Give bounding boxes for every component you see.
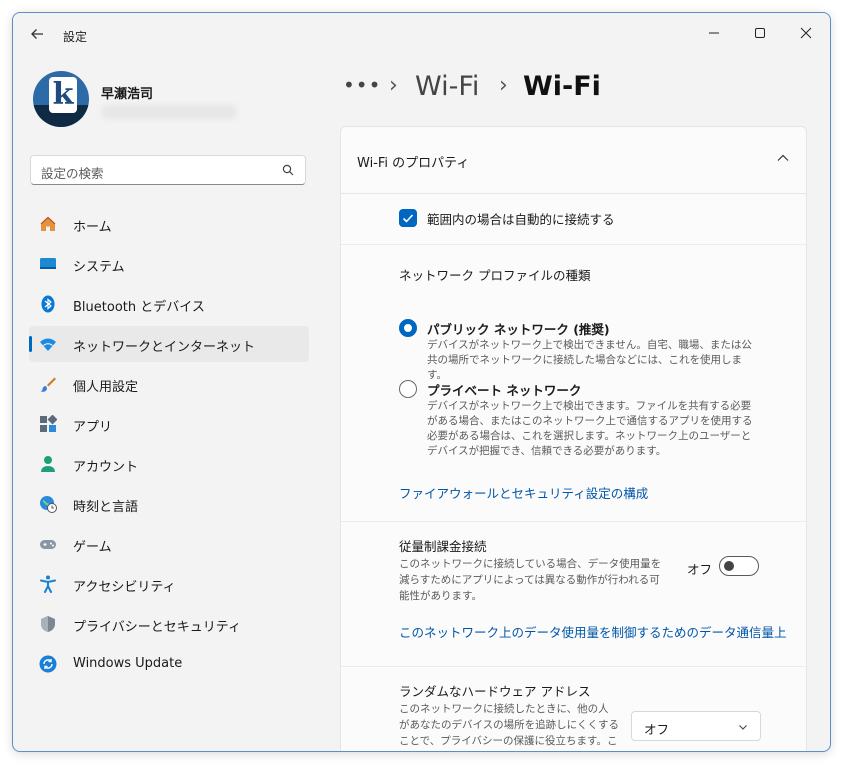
sidebar-item-label: プライバシーとセキュリティ	[73, 620, 241, 635]
toggle-knob	[724, 561, 734, 571]
active-indicator	[29, 336, 32, 352]
metered-title: 従量制課金接続	[399, 539, 487, 554]
chevron-up-icon[interactable]	[776, 151, 790, 165]
search-placeholder: 設定の検索	[41, 166, 104, 181]
wifi-properties-card: Wi-Fi のプロパティ 範囲内の場合は自動的に接続する ネットワーク プロファ…	[340, 126, 807, 751]
auto-connect-label: 範囲内の場合は自動的に接続する	[427, 212, 615, 227]
settings-window: 設定 k 早瀬浩司 設定の検索 ホーム システム Bluetooth とデバイス…	[12, 12, 831, 752]
breadcrumb-overflow-button[interactable]: •••	[343, 73, 381, 97]
sidebar-item-label: 個人用設定	[73, 380, 139, 395]
sidebar-item-privacy[interactable]: プライバシーとセキュリティ	[29, 606, 309, 642]
brush-icon	[40, 377, 56, 392]
back-button[interactable]	[27, 26, 47, 46]
close-icon	[800, 27, 812, 39]
public-network-label: パブリック ネットワーク (推奨)	[427, 322, 610, 337]
sidebar-item-label: アカウント	[73, 460, 139, 475]
metered-toggle[interactable]	[719, 556, 759, 576]
minimize-icon	[709, 32, 719, 34]
metered-connection-section: 従量制課金接続 このネットワークに接続している場合、データ使用量を減らすためにア…	[341, 522, 806, 667]
sidebar-item-personalization[interactable]: 個人用設定	[29, 366, 309, 402]
user-email-redacted	[101, 105, 237, 119]
home-icon	[40, 216, 56, 231]
sidebar-item-accessibility[interactable]: アクセシビリティ	[29, 566, 309, 602]
search-icon	[282, 164, 294, 176]
account-icon	[41, 456, 55, 472]
minimize-button[interactable]	[699, 21, 729, 49]
chevron-down-icon	[739, 725, 747, 730]
auto-connect-checkbox[interactable]	[399, 209, 417, 227]
sidebar-item-network[interactable]: ネットワークとインターネット	[29, 326, 309, 362]
avatar: k	[33, 71, 89, 127]
private-network-desc: デバイスがネットワーク上で検出できます。ファイルを共有する必要がある場合、または…	[427, 400, 753, 457]
sidebar-item-label: ホーム	[73, 220, 112, 235]
arrow-left-icon	[31, 29, 43, 39]
sidebar-item-gaming[interactable]: ゲーム	[29, 526, 309, 562]
bluetooth-icon	[41, 295, 55, 313]
maximize-icon	[755, 28, 765, 38]
card-title: Wi-Fi のプロパティ	[357, 156, 470, 171]
sidebar-item-label: ゲーム	[73, 540, 112, 555]
page-title: Wi-Fi	[523, 71, 601, 102]
checkmark-icon	[402, 214, 414, 223]
gamepad-icon	[40, 540, 56, 549]
sidebar-item-home[interactable]: ホーム	[29, 206, 309, 242]
section-title: ネットワーク プロファイルの種類	[399, 268, 591, 283]
metered-toggle-state: オフ	[687, 562, 713, 577]
sidebar-item-label: Bluetooth とデバイス	[73, 300, 205, 315]
shield-icon	[41, 616, 55, 632]
accessibility-icon	[40, 575, 56, 593]
apps-icon	[40, 415, 57, 432]
sidebar-item-time-language[interactable]: 時刻と言語	[29, 486, 309, 522]
system-icon	[40, 258, 56, 269]
random-mac-desc: このネットワークに接続したときに、他の人があなたのデバイスの場所を追跡しにくくす…	[399, 703, 619, 747]
metered-desc: このネットワークに接続している場合、データ使用量を減らすためにアプリによっては異…	[399, 558, 662, 602]
sidebar-item-system[interactable]: システム	[29, 246, 309, 282]
avatar-logo: k	[49, 77, 77, 113]
globe-clock-icon	[40, 496, 57, 513]
dropdown-value: オフ	[644, 722, 670, 737]
auto-connect-row: 範囲内の場合は自動的に接続する	[341, 194, 806, 245]
breadcrumb-parent-link[interactable]: Wi-Fi	[415, 71, 479, 102]
sidebar-item-label: ネットワークとインターネット	[73, 340, 256, 355]
random-mac-title: ランダムなハードウェア アドレス	[399, 684, 591, 699]
sidebar-item-label: 時刻と言語	[73, 500, 139, 515]
card-header[interactable]: Wi-Fi のプロパティ	[341, 127, 806, 194]
chevron-right-icon: ›	[389, 73, 398, 98]
sidebar-item-label: Windows Update	[73, 656, 183, 671]
maximize-button[interactable]	[745, 21, 775, 49]
sidebar-item-label: アクセシビリティ	[73, 580, 176, 595]
sidebar-item-bluetooth[interactable]: Bluetooth とデバイス	[29, 286, 309, 322]
update-icon	[39, 655, 57, 673]
public-network-radio[interactable]	[399, 319, 417, 337]
user-name: 早瀬浩司	[101, 87, 154, 102]
sidebar-item-windows-update[interactable]: Windows Update	[29, 646, 309, 682]
private-network-radio[interactable]	[399, 380, 417, 398]
title-bar: 設定	[13, 13, 830, 57]
random-hardware-address-section: ランダムなハードウェア アドレス このネットワークに接続したときに、他の人があな…	[341, 667, 806, 751]
sidebar-item-accounts[interactable]: アカウント	[29, 446, 309, 482]
app-title: 設定	[63, 30, 88, 44]
private-network-label: プライベート ネットワーク	[427, 383, 582, 398]
close-button[interactable]	[791, 21, 821, 49]
firewall-settings-link[interactable]: ファイアウォールとセキュリティ設定の構成	[399, 483, 648, 502]
public-network-desc: デバイスがネットワーク上で検出できません。自宅、職場、または公共の場所でネットワ…	[427, 339, 752, 381]
wifi-icon	[40, 338, 56, 351]
network-profile-section: ネットワーク プロファイルの種類 パブリック ネットワーク (推奨) デバイスが…	[341, 245, 806, 522]
data-limit-link[interactable]: このネットワーク上のデータ使用量を制御するためのデータ通信量上	[399, 622, 787, 641]
sidebar-item-label: アプリ	[73, 420, 113, 435]
search-input[interactable]: 設定の検索	[30, 155, 306, 185]
random-mac-dropdown[interactable]: オフ	[631, 711, 761, 741]
chevron-right-icon: ›	[499, 73, 508, 98]
sidebar-item-label: システム	[73, 260, 125, 275]
sidebar-item-apps[interactable]: アプリ	[29, 406, 309, 442]
sidebar-nav: ホーム システム Bluetooth とデバイス ネットワークとインターネット …	[29, 206, 309, 686]
